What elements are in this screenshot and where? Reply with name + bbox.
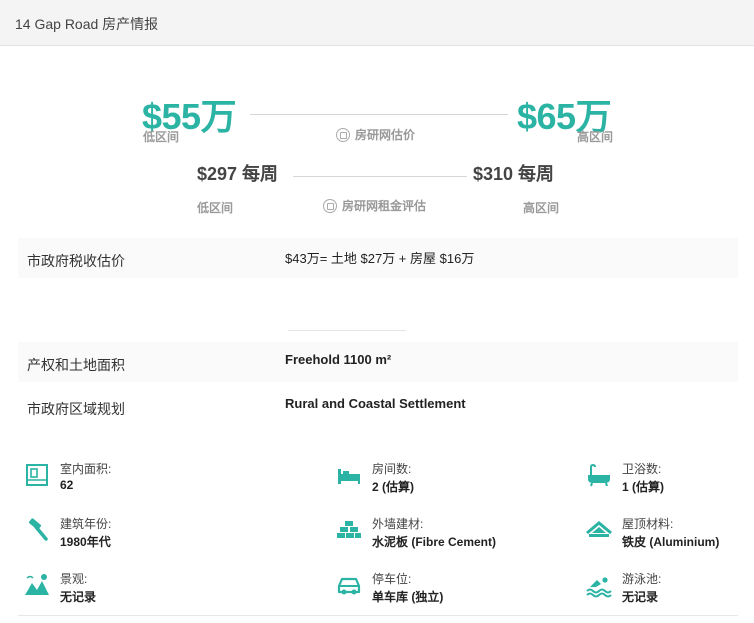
title-row: 产权和土地面积 Freehold 1100 m² xyxy=(18,342,738,382)
feature-pool: 游泳池: 无记录 xyxy=(586,568,754,608)
price-range-line xyxy=(250,114,508,115)
bottom-divider xyxy=(18,615,738,616)
feature-bathrooms: 卫浴数: 1 (估算) xyxy=(586,458,754,498)
bed-icon xyxy=(338,469,360,484)
feature-value: 无记录 xyxy=(60,590,97,604)
feature-year-built: 建筑年份: 1980年代 xyxy=(24,513,224,553)
feature-label: 房间数: xyxy=(372,462,412,476)
rates-label: 市政府税收估价 xyxy=(27,253,125,269)
feature-value: 1 (估算) xyxy=(622,480,665,494)
zone-value: Rural and Coastal Settlement xyxy=(285,396,466,411)
rent-seal-icon xyxy=(323,198,337,213)
price-estimate-label: 房研网估价 xyxy=(336,126,415,143)
feature-roof: 屋顶材料: 铁皮 (Aluminium) xyxy=(586,513,754,553)
feature-label: 卫浴数: xyxy=(622,462,662,476)
feature-label: 停车位: xyxy=(372,572,412,586)
feature-value: 水泥板 (Fibre Cement) xyxy=(372,535,497,549)
rent-high-label: 高区间 xyxy=(523,201,560,215)
estimate-seal-icon xyxy=(336,127,350,142)
page-title: 14 Gap Road 房产情报 xyxy=(15,16,159,32)
feature-value: 1980年代 xyxy=(60,535,111,549)
feature-view: 景观: 无记录 xyxy=(24,568,224,608)
floor-area-icon xyxy=(26,464,48,486)
feature-rooms: 房间数: 2 (估算) xyxy=(336,458,536,498)
rent-low-label: 低区间 xyxy=(197,201,234,215)
zone-label: 市政府区域规划 xyxy=(27,401,125,417)
hammer-icon xyxy=(28,518,48,541)
price-estimate-text: 房研网估价 xyxy=(355,128,416,142)
rates-value: $43万= 土地 $27万 + 房屋 $16万 xyxy=(285,251,475,266)
feature-label: 室内面积: xyxy=(60,462,112,476)
rent-range-line xyxy=(293,176,467,177)
view-icon xyxy=(25,574,49,595)
brick-wall-icon xyxy=(337,521,361,538)
rent-estimate-label: 房研网租金评估 xyxy=(323,197,426,214)
feature-label: 屋顶材料: xyxy=(622,517,674,531)
feature-label: 景观: xyxy=(60,572,88,586)
zone-row: 市政府区域规划 Rural and Coastal Settlement xyxy=(18,386,738,426)
feature-exterior: 外墙建材: 水泥板 (Fibre Cement) xyxy=(336,513,536,553)
feature-floor-area: 室内面积: 62 xyxy=(24,458,224,498)
feature-value: 单车库 (独立) xyxy=(372,590,444,604)
price-low-label: 低区间 xyxy=(143,130,180,144)
bathtub-icon xyxy=(588,463,610,487)
feature-value: 2 (估算) xyxy=(372,480,415,494)
feature-parking: 停车位: 单车库 (独立) xyxy=(336,568,536,608)
feature-value: 62 xyxy=(60,478,74,492)
title-value: Freehold 1100 m² xyxy=(285,352,392,367)
feature-value: 无记录 xyxy=(622,590,659,604)
car-icon xyxy=(337,577,361,595)
rent-estimate-text: 房研网租金评估 xyxy=(342,199,427,213)
swimming-icon xyxy=(586,577,612,598)
feature-label: 游泳池: xyxy=(622,572,662,586)
feature-label: 建筑年份: xyxy=(60,517,112,531)
rent-high: $310 每周 xyxy=(473,164,555,184)
title-label: 产权和土地面积 xyxy=(27,357,125,373)
section-divider xyxy=(288,330,406,331)
rates-row: 市政府税收估价 $43万= 土地 $27万 + 房屋 $16万 xyxy=(18,238,738,278)
rent-low: $297 每周 xyxy=(197,164,279,184)
feature-value: 铁皮 (Aluminium) xyxy=(622,535,720,549)
roof-icon xyxy=(586,521,612,537)
page-header: 14 Gap Road 房产情报 xyxy=(0,0,754,46)
feature-label: 外墙建材: xyxy=(372,517,424,531)
price-high-label: 高区间 xyxy=(577,130,614,144)
